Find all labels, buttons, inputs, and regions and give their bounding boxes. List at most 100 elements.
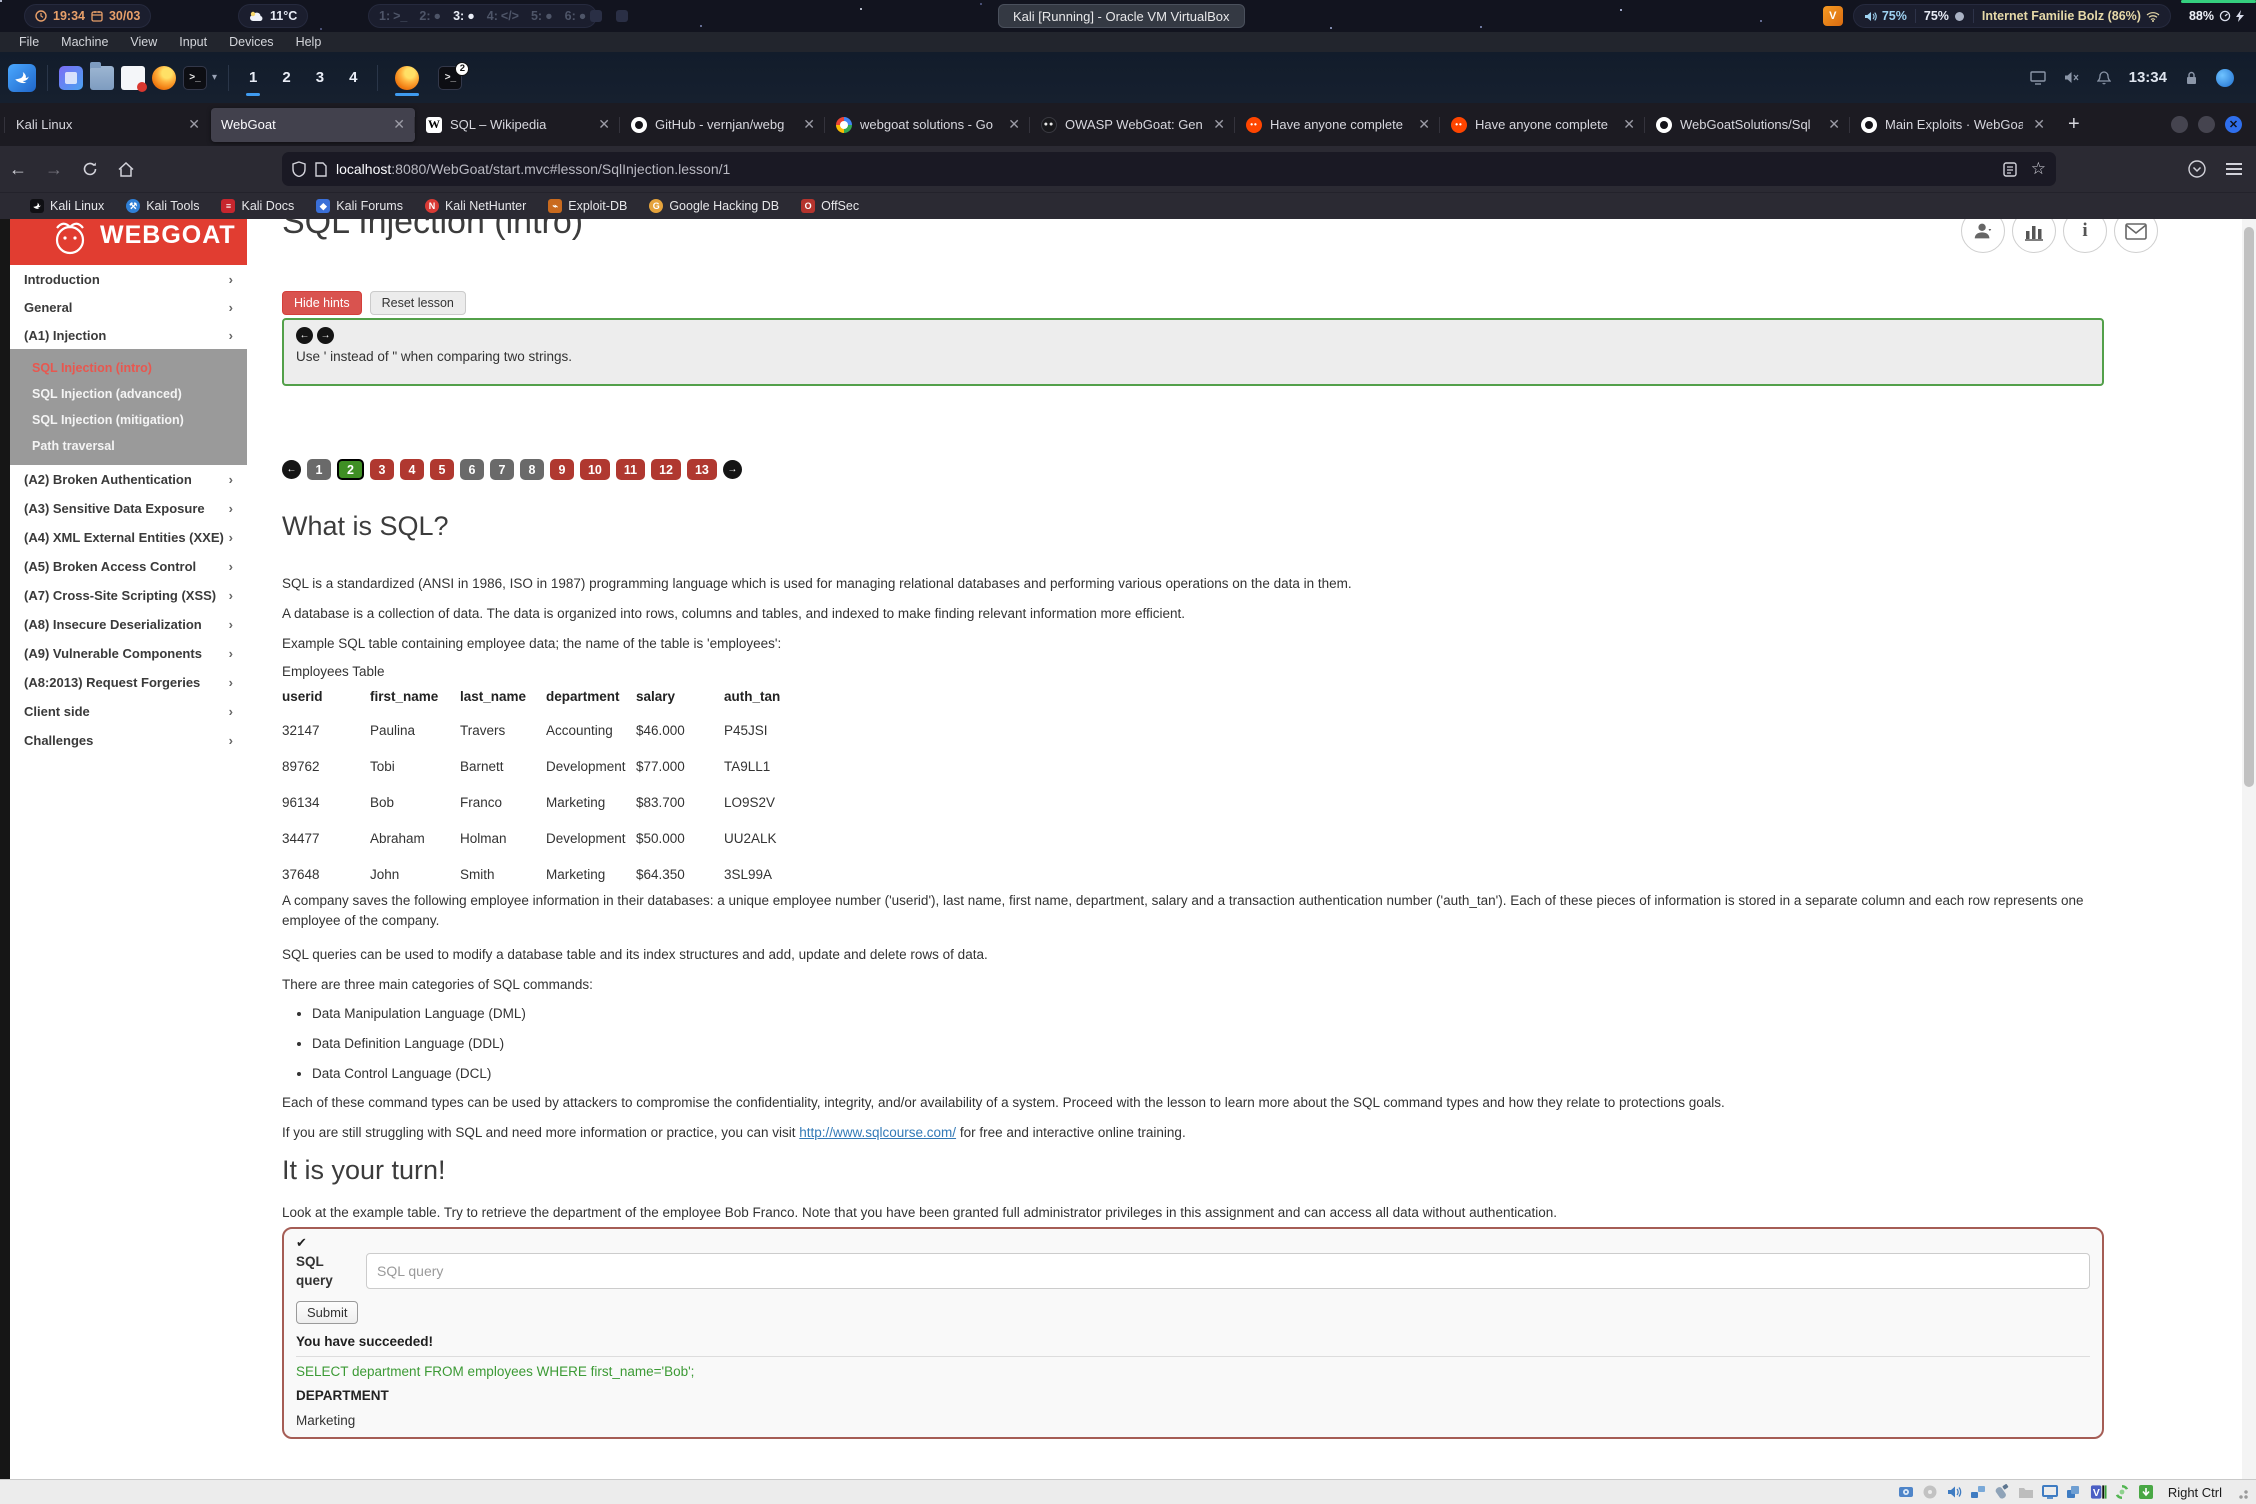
tab-reddit-1[interactable]: ••Have anyone complete✕ [1236,108,1440,142]
vbox-optical-disc-icon[interactable] [1922,1484,1939,1501]
vbox-network-icon[interactable] [1970,1484,1987,1501]
tab-owasp-webgoat[interactable]: ●●OWASP WebGoat: Gen✕ [1031,108,1235,142]
weather-widget[interactable]: 11°C [238,4,308,28]
volume-muted-icon[interactable] [2063,69,2080,86]
close-tab-icon[interactable]: ✕ [596,116,612,133]
submenu-sql-injection-intro[interactable]: SQL Injection (intro) [10,355,247,381]
kali-menu-button[interactable] [8,64,36,92]
host-clock-widget[interactable]: 19:34 30/03 [24,4,151,28]
pocket-icon[interactable] [2188,160,2206,178]
host-workspace-2[interactable]: 2:● [419,9,441,23]
terminal-launcher-icon[interactable]: >_ [183,66,207,90]
page-button-10[interactable]: 10 [580,459,610,480]
display-tray-icon[interactable] [2030,69,2047,86]
close-tab-icon[interactable]: ✕ [1416,116,1432,133]
sidebar-item-a8-deserialization[interactable]: (A8) Insecure Deserialization› [10,610,247,639]
sidebar-item-a1-injection[interactable]: (A1) Injection› [10,321,247,349]
url-bar[interactable]: localhost:8080/WebGoat/start.mvc#lesson/… [282,152,2056,186]
vm-workspace-3[interactable]: 3 [307,58,333,98]
vbox-recording-icon[interactable] [2066,1484,2083,1501]
submenu-sql-injection-advanced[interactable]: SQL Injection (advanced) [10,381,247,407]
tab-github-vernjan[interactable]: GitHub - vernjan/webg✕ [621,108,825,142]
vbox-features-icon[interactable]: V [2090,1484,2107,1501]
sidebar-item-a2-broken-auth[interactable]: (A2) Broken Authentication› [10,465,247,494]
firefox-running-task[interactable] [389,58,425,98]
vbox-usb-icon[interactable] [1994,1484,2011,1501]
page-button-3[interactable]: 3 [370,459,394,480]
close-tab-icon[interactable]: ✕ [186,116,202,133]
bookmark-kali-linux[interactable]: Kali Linux [30,199,104,213]
notifications-bell-icon[interactable] [2096,69,2113,86]
menu-file[interactable]: File [8,35,50,49]
close-tab-icon[interactable]: ✕ [801,116,817,133]
firefox-launcher-icon[interactable] [152,66,176,90]
reset-lesson-button[interactable]: Reset lesson [370,291,466,315]
resize-grip[interactable] [2238,1488,2250,1500]
close-tab-icon[interactable]: ✕ [391,116,407,133]
vbox-mouse-integration-icon[interactable] [2114,1484,2131,1501]
back-button[interactable]: ← [0,159,36,180]
lock-screen-icon[interactable] [2183,69,2200,86]
close-tab-icon[interactable]: ✕ [1006,116,1022,133]
close-tab-icon[interactable]: ✕ [1826,116,1842,133]
maximize-button[interactable] [2198,116,2215,133]
previous-page-icon[interactable]: ← [282,460,301,479]
virtualbox-tray-icon[interactable]: V [1823,6,1843,26]
bookmark-google-hacking-db[interactable]: GGoogle Hacking DB [649,199,779,213]
contact-mail-button[interactable] [2114,219,2158,253]
new-tab-button[interactable]: + [2056,113,2092,136]
page-button-7[interactable]: 7 [490,459,514,480]
sidebar-item-challenges[interactable]: Challenges› [10,726,247,755]
bookmark-kali-forums[interactable]: ◆Kali Forums [316,199,403,213]
next-page-icon[interactable]: → [723,460,742,479]
page-button-6[interactable]: 6 [460,459,484,480]
next-hint-icon[interactable]: → [317,327,334,344]
vbox-host-capture-icon[interactable] [2138,1484,2155,1501]
menu-input[interactable]: Input [168,35,218,49]
sqlcourse-link[interactable]: http://www.sqlcourse.com/ [799,1125,956,1140]
page-button-8[interactable]: 8 [520,459,544,480]
reload-button[interactable] [72,161,108,177]
forward-button[interactable]: → [36,159,72,180]
bookmark-kali-tools[interactable]: ⚒Kali Tools [126,199,199,213]
menu-view[interactable]: View [119,35,168,49]
host-workspace-switcher[interactable]: 1:>_ 2:● 3:● 4:</> 5:● 6:● [368,4,597,28]
brightness-status[interactable]: 75% [1924,9,1965,23]
host-workspace-5[interactable]: 5:● [531,9,553,23]
battery-status[interactable]: 88% [2181,4,2256,28]
home-button[interactable] [108,162,144,177]
page-button-12[interactable]: 12 [651,459,681,480]
sidebar-item-general[interactable]: General› [10,293,247,321]
sidebar-item-a9-vulnerable-components[interactable]: (A9) Vulnerable Components› [10,639,247,668]
bookmark-kali-nethunter[interactable]: NKali NetHunter [425,199,526,213]
submit-button[interactable]: Submit [296,1301,358,1324]
host-tray-extra-icons[interactable] [590,10,628,22]
sidebar-item-a5-access-control[interactable]: (A5) Broken Access Control› [10,552,247,581]
page-button-1[interactable]: 1 [307,459,331,480]
vm-workspace-4[interactable]: 4 [340,58,366,98]
hide-hints-button[interactable]: Hide hints [282,291,362,315]
sidebar-item-client-side[interactable]: Client side› [10,697,247,726]
menu-devices[interactable]: Devices [218,35,284,49]
tab-reddit-2[interactable]: ••Have anyone complete✕ [1441,108,1645,142]
tab-sql-wikipedia[interactable]: WSQL – Wikipedia✕ [416,108,620,142]
close-tab-icon[interactable]: ✕ [1621,116,1637,133]
vbox-hdd-icon[interactable] [1898,1484,1915,1501]
vbox-shared-folder-icon[interactable] [2018,1484,2035,1501]
show-desktop-icon[interactable] [59,66,83,90]
volume-status[interactable]: 75% [1864,9,1907,23]
close-window-button[interactable]: ✕ [2225,116,2242,133]
tray-icon[interactable] [616,10,628,22]
reader-view-icon[interactable] [2003,162,2017,177]
url-text[interactable]: localhost:8080/WebGoat/start.mvc#lesson/… [336,161,1994,177]
tab-kali-linux[interactable]: Kali Linux✕ [6,108,210,142]
close-tab-icon[interactable]: ✕ [2031,116,2047,133]
sidebar-item-a82013-request-forgeries[interactable]: (A8:2013) Request Forgeries› [10,668,247,697]
site-info-page-icon[interactable] [315,162,327,177]
bookmark-offsec[interactable]: OOffSec [801,199,859,213]
tab-google-search[interactable]: webgoat solutions - Go✕ [826,108,1030,142]
host-workspace-6[interactable]: 6:● [565,9,587,23]
submenu-path-traversal[interactable]: Path traversal [10,433,247,459]
update-notifier-icon[interactable] [2216,69,2234,87]
host-workspace-3-active[interactable]: 3:● [453,9,475,23]
